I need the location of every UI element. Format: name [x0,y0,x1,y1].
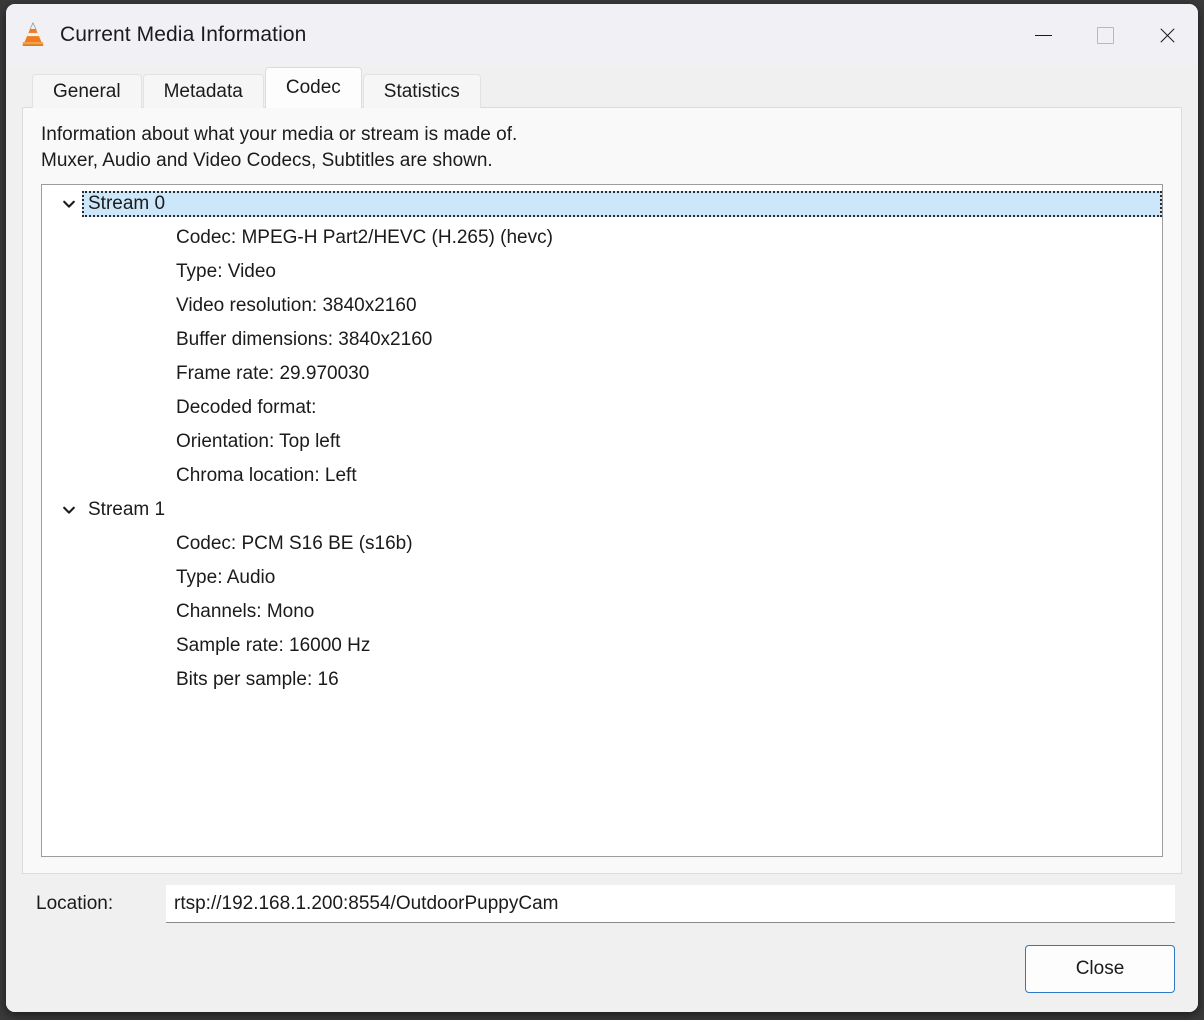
close-button[interactable]: Close [1025,945,1175,993]
tree-detail-row: Sample rate: 16000 Hz [176,635,371,656]
dialog-footer: Close [22,934,1182,1012]
tree-detail-row: Chroma location: Left [176,465,357,486]
tree-detail-row: Bits per sample: 16 [176,669,339,690]
tree-item-stream-1-label: Stream 1 [88,499,166,520]
codec-tab-panel: Information about what your media or str… [22,107,1182,874]
tab-bar: General Metadata Codec Statistics [32,66,1182,108]
location-input[interactable] [166,885,1175,923]
tab-codec[interactable]: Codec [264,67,362,108]
tree-detail-row: Type: Video [176,261,277,282]
tree-detail-row: Codec: PCM S16 BE (s16b) [176,533,413,554]
tab-metadata[interactable]: Metadata [142,74,264,108]
media-information-window: Current Media Information General Metada… [6,4,1198,1012]
close-icon [1158,26,1177,45]
tree-detail-row: Type: Audio [176,567,276,588]
tree-detail-row: Buffer dimensions: 3840x2160 [176,329,433,350]
tree-item-stream-1[interactable]: Stream 1 [42,493,1162,527]
codec-description-line-1: Information about what your media or str… [41,124,518,145]
maximize-button[interactable] [1074,4,1136,66]
minimize-button[interactable] [1012,4,1074,66]
codec-description-line-2: Muxer, Audio and Video Codecs, Subtitles… [41,150,493,171]
close-window-button[interactable] [1136,4,1198,66]
minimize-icon [1034,34,1052,36]
tree-detail-row: Frame rate: 29.970030 [176,363,370,384]
dialog-body: General Metadata Codec Statistics Inform… [6,66,1198,1012]
tree-item-stream-0-label: Stream 0 [82,191,1162,217]
tab-statistics[interactable]: Statistics [362,74,481,108]
tree-detail-row: Orientation: Top left [176,431,341,452]
tab-general[interactable]: General [32,74,142,108]
location-label: Location: [36,893,114,914]
tree-detail-row: Decoded format: [176,397,317,418]
title-bar: Current Media Information [6,4,1198,66]
tree-detail-row: Codec: MPEG-H Part2/HEVC (H.265) (hevc) [176,227,553,248]
codec-stream-tree[interactable]: Stream 0 Codec: MPEG-H Part2/HEVC (H.265… [41,184,1163,857]
tree-detail-row: Video resolution: 3840x2160 [176,295,417,316]
tree-detail-row: Channels: Mono [176,601,315,622]
vlc-cone-icon [22,22,44,46]
window-title: Current Media Information [60,23,307,46]
tree-item-stream-0[interactable]: Stream 0 [42,187,1162,221]
location-row: Location: [22,874,1182,934]
maximize-icon [1096,26,1114,44]
window-controls [1012,4,1198,66]
chevron-down-icon[interactable] [56,502,82,518]
chevron-down-icon[interactable] [56,196,82,212]
